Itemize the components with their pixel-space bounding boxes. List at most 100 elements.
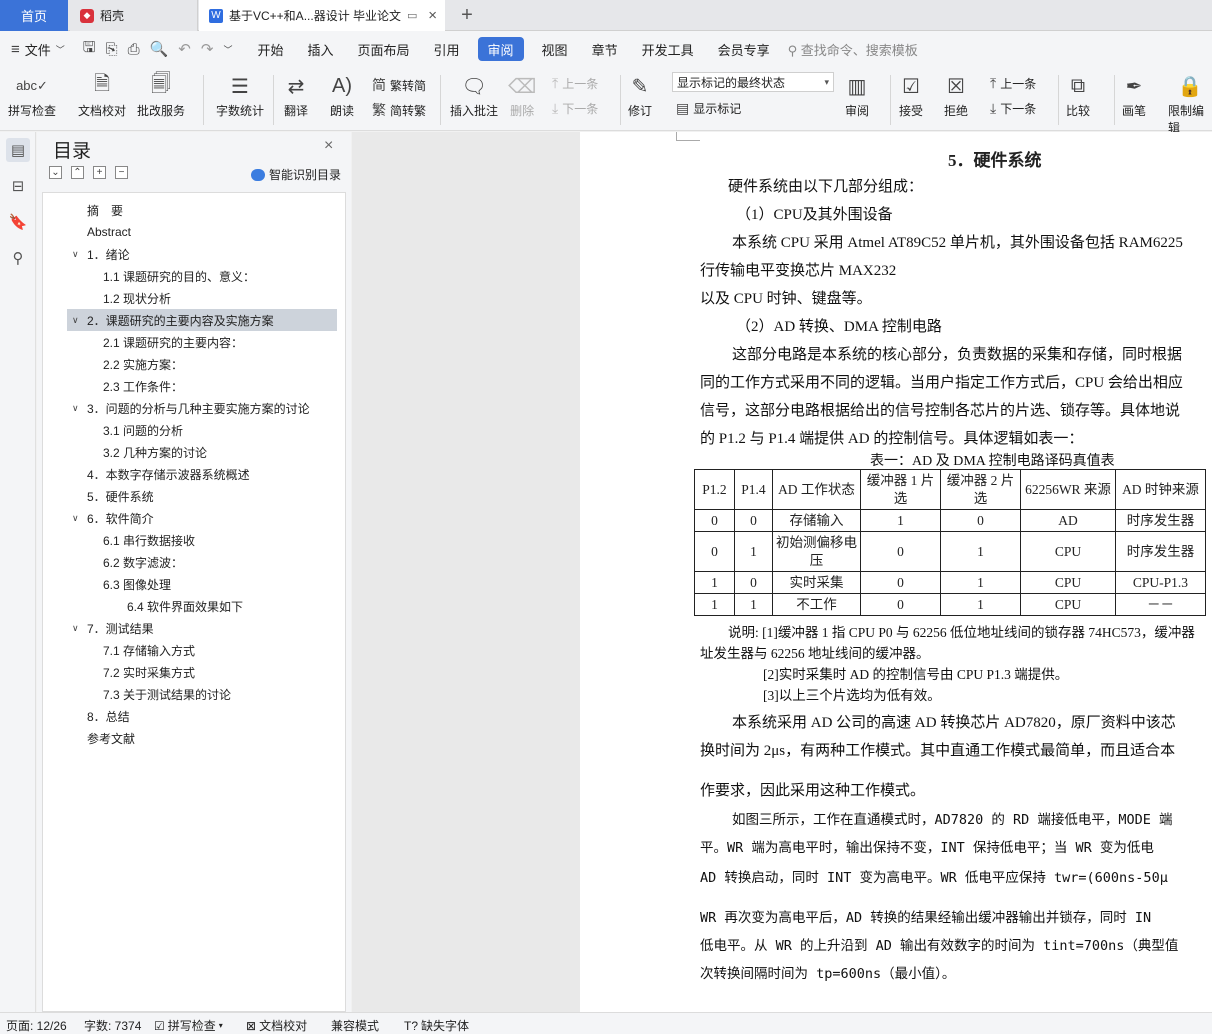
toc-item[interactable]: 7.1 存储输入方式 <box>43 639 346 661</box>
toc-item[interactable]: Abstract <box>43 221 346 243</box>
menu-start[interactable]: 开始 <box>245 37 295 61</box>
menu-layout[interactable]: 页面布局 <box>346 37 422 61</box>
toc-item[interactable]: ∨ 3．问题的分析与几种主要实施方案的讨论 <box>43 397 346 419</box>
menu-developer[interactable]: 开发工具 <box>630 37 706 61</box>
paragraph-line: 如图三所示，工作在直通模式时，AD7820 的 RD 端接低电平，MODE 端 <box>732 812 1173 828</box>
remove-heading-icon[interactable]: − <box>115 166 128 179</box>
toc-item[interactable]: 7.2 实时采集方式 <box>43 661 346 683</box>
chevron-down-icon[interactable]: ∨ <box>72 623 79 634</box>
page-indicator[interactable]: 页面: 12/26 <box>6 1017 67 1034</box>
chevron-down-icon[interactable]: ∨ <box>72 513 79 524</box>
toc-item[interactable]: 8．总结 <box>43 705 346 727</box>
missing-font-status[interactable]: T? 缺失字体 <box>404 1017 469 1034</box>
toc-item[interactable]: 6.2 数字滤波： <box>43 551 346 573</box>
prev-change-button[interactable]: ⤒ 上一条 <box>990 75 1036 92</box>
toc-item[interactable]: ∨ 1．绪论 <box>43 243 346 265</box>
toc-item[interactable]: 2.2 实施方案： <box>43 353 346 375</box>
toc-item[interactable]: 7.3 关于测试结果的讨论 <box>43 683 346 705</box>
hamburger-menu-icon[interactable]: ≡ <box>6 41 25 58</box>
toc-item[interactable]: 1.2 现状分析 <box>43 287 346 309</box>
markup-state-select[interactable]: 显示标记的最终状态 ▾ <box>672 72 834 92</box>
toc-item-label: 7.2 实时采集方式 <box>103 665 196 680</box>
chapter-nav-icon[interactable]: ⊟ <box>6 174 30 198</box>
reject-button[interactable]: ☒ 拒绝 <box>944 70 968 119</box>
close-tab-icon[interactable]: × <box>428 7 437 24</box>
chevron-down-icon[interactable]: ∨ <box>72 403 79 414</box>
print-preview-icon[interactable]: 🔍 <box>145 40 174 58</box>
toc-item[interactable]: 4．本数字存储示波器系统概述 <box>43 463 346 485</box>
track-changes-button[interactable]: ✎ 修订 <box>628 70 652 119</box>
toc-item[interactable]: 2.3 工作条件： <box>43 375 346 397</box>
toc-item[interactable]: 1.1 课题研究的目的、意义： <box>43 265 346 287</box>
new-tab-button[interactable]: + <box>452 0 482 31</box>
table-cell: 0 <box>734 509 773 532</box>
toc-panel-icon[interactable]: ▤ <box>6 138 30 162</box>
toc-item[interactable]: ∨ 7．测试结果 <box>43 617 346 639</box>
spell-check-status[interactable]: ☑ 拼写检查 ▾ <box>154 1017 223 1034</box>
insert-comment-button[interactable]: 🗨 插入批注 <box>450 70 498 119</box>
toc-item[interactable]: 6.4 软件界面效果如下 <box>43 595 346 617</box>
tab-daoke[interactable]: ◆ 稻壳 <box>70 0 198 31</box>
file-menu[interactable]: 文件 <box>25 40 51 59</box>
toc-item[interactable]: 2.1 课题研究的主要内容： <box>43 331 346 353</box>
prev-comment-button[interactable]: ⤒ 上一条 <box>552 75 598 92</box>
export-icon[interactable]: ⎘ <box>101 41 123 58</box>
ribbon-divider <box>440 75 441 125</box>
chevron-down-icon[interactable]: ∨ <box>72 249 79 260</box>
review-service-button[interactable]: 🗐 批改服务 <box>137 70 185 119</box>
trad-to-simp-button[interactable]: 简繁转简 <box>372 75 426 95</box>
toc-item[interactable]: 3.1 问题的分析 <box>43 419 346 441</box>
command-search[interactable]: ⚲ 查找命令、搜索模板 <box>788 40 918 59</box>
proof-status[interactable]: ⊠ 文档校对 <box>246 1017 307 1034</box>
toc-item[interactable]: ∨ 2．课题研究的主要内容及实施方案 <box>67 309 337 331</box>
word-count-button[interactable]: ☰ 字数统计 <box>216 70 264 119</box>
toc-item[interactable]: 6.1 串行数据接收 <box>43 529 346 551</box>
toc-item[interactable]: 3.2 几种方案的讨论 <box>43 441 346 463</box>
read-aloud-button[interactable]: A) 朗读 <box>330 70 354 119</box>
menu-insert[interactable]: 插入 <box>295 37 345 61</box>
tab-home[interactable]: 首页 <box>0 0 68 31</box>
simp-to-trad-button[interactable]: 繁简转繁 <box>372 100 426 120</box>
close-icon[interactable]: × <box>324 137 333 155</box>
add-heading-icon[interactable]: + <box>93 166 106 179</box>
chevron-down-icon[interactable]: ﹀ <box>51 43 70 56</box>
chevron-down-icon[interactable]: ∨ <box>72 315 79 326</box>
undo-icon[interactable]: ↶ <box>173 40 196 58</box>
compare-button[interactable]: ⧉ 比较 <box>1066 70 1090 119</box>
spell-check-button[interactable]: abc✓ 拼写检查 <box>8 70 56 119</box>
document-page[interactable]: 5．硬件系统 硬件系统由以下几部分组成： （1）CPU及其外围设备 本系统 CP… <box>580 132 1212 1012</box>
collapse-all-icon[interactable]: ⌃ <box>71 166 84 179</box>
translate-button[interactable]: ⇄ 翻译 <box>284 70 308 119</box>
next-comment-button[interactable]: ⤓ 下一条 <box>552 100 598 117</box>
expand-all-icon[interactable]: ⌄ <box>49 166 62 179</box>
more-icon[interactable]: ﹀ <box>218 43 237 56</box>
accept-button[interactable]: ☑ 接受 <box>899 70 923 119</box>
translate-icon: ⇄ <box>287 75 305 98</box>
redo-icon[interactable]: ↷ <box>196 40 219 58</box>
word-count-status[interactable]: 字数: 7374 <box>84 1017 141 1034</box>
smart-toc-button[interactable]: 智能识别目录 <box>251 166 341 183</box>
toc-item[interactable]: ∨ 6．软件简介 <box>43 507 346 529</box>
next-change-button[interactable]: ⤓ 下一条 <box>990 100 1036 117</box>
print-icon[interactable]: ⎙ <box>123 41 145 58</box>
menu-view[interactable]: 视图 <box>530 37 580 61</box>
toc-item[interactable]: 摘 要 <box>43 199 346 221</box>
menu-member[interactable]: 会员专享 <box>706 37 782 61</box>
bookmark-icon[interactable]: 🔖 <box>6 210 30 234</box>
toc-item[interactable]: 参考文献 <box>43 727 346 749</box>
search-icon[interactable]: ⚲ <box>6 246 30 270</box>
tab-document[interactable]: W 基于VC++和A...器设计 毕业论文 ▭ × <box>199 0 445 31</box>
menu-chapter[interactable]: 章节 <box>580 37 630 61</box>
menu-reference[interactable]: 引用 <box>422 37 472 61</box>
delete-comment-button[interactable]: ⌫ 删除 <box>508 70 536 119</box>
pen-button[interactable]: ✒ 画笔 <box>1122 70 1146 119</box>
toc-item[interactable]: 5．硬件系统 <box>43 485 346 507</box>
chevron-down-icon: ▾ <box>218 1021 223 1030</box>
show-markup-button[interactable]: ▤ 显示标记 <box>676 100 741 117</box>
review-pane-button[interactable]: ▥ 审阅 <box>845 70 869 119</box>
restrict-edit-button[interactable]: 🔒 限制编辑 <box>1168 70 1212 136</box>
save-icon[interactable]: 🖫 <box>78 37 101 62</box>
menu-review[interactable]: 审阅 <box>477 37 524 61</box>
doc-proof-button[interactable]: 🗎 文档校对 <box>78 70 126 119</box>
toc-item[interactable]: 6.3 图像处理 <box>43 573 346 595</box>
